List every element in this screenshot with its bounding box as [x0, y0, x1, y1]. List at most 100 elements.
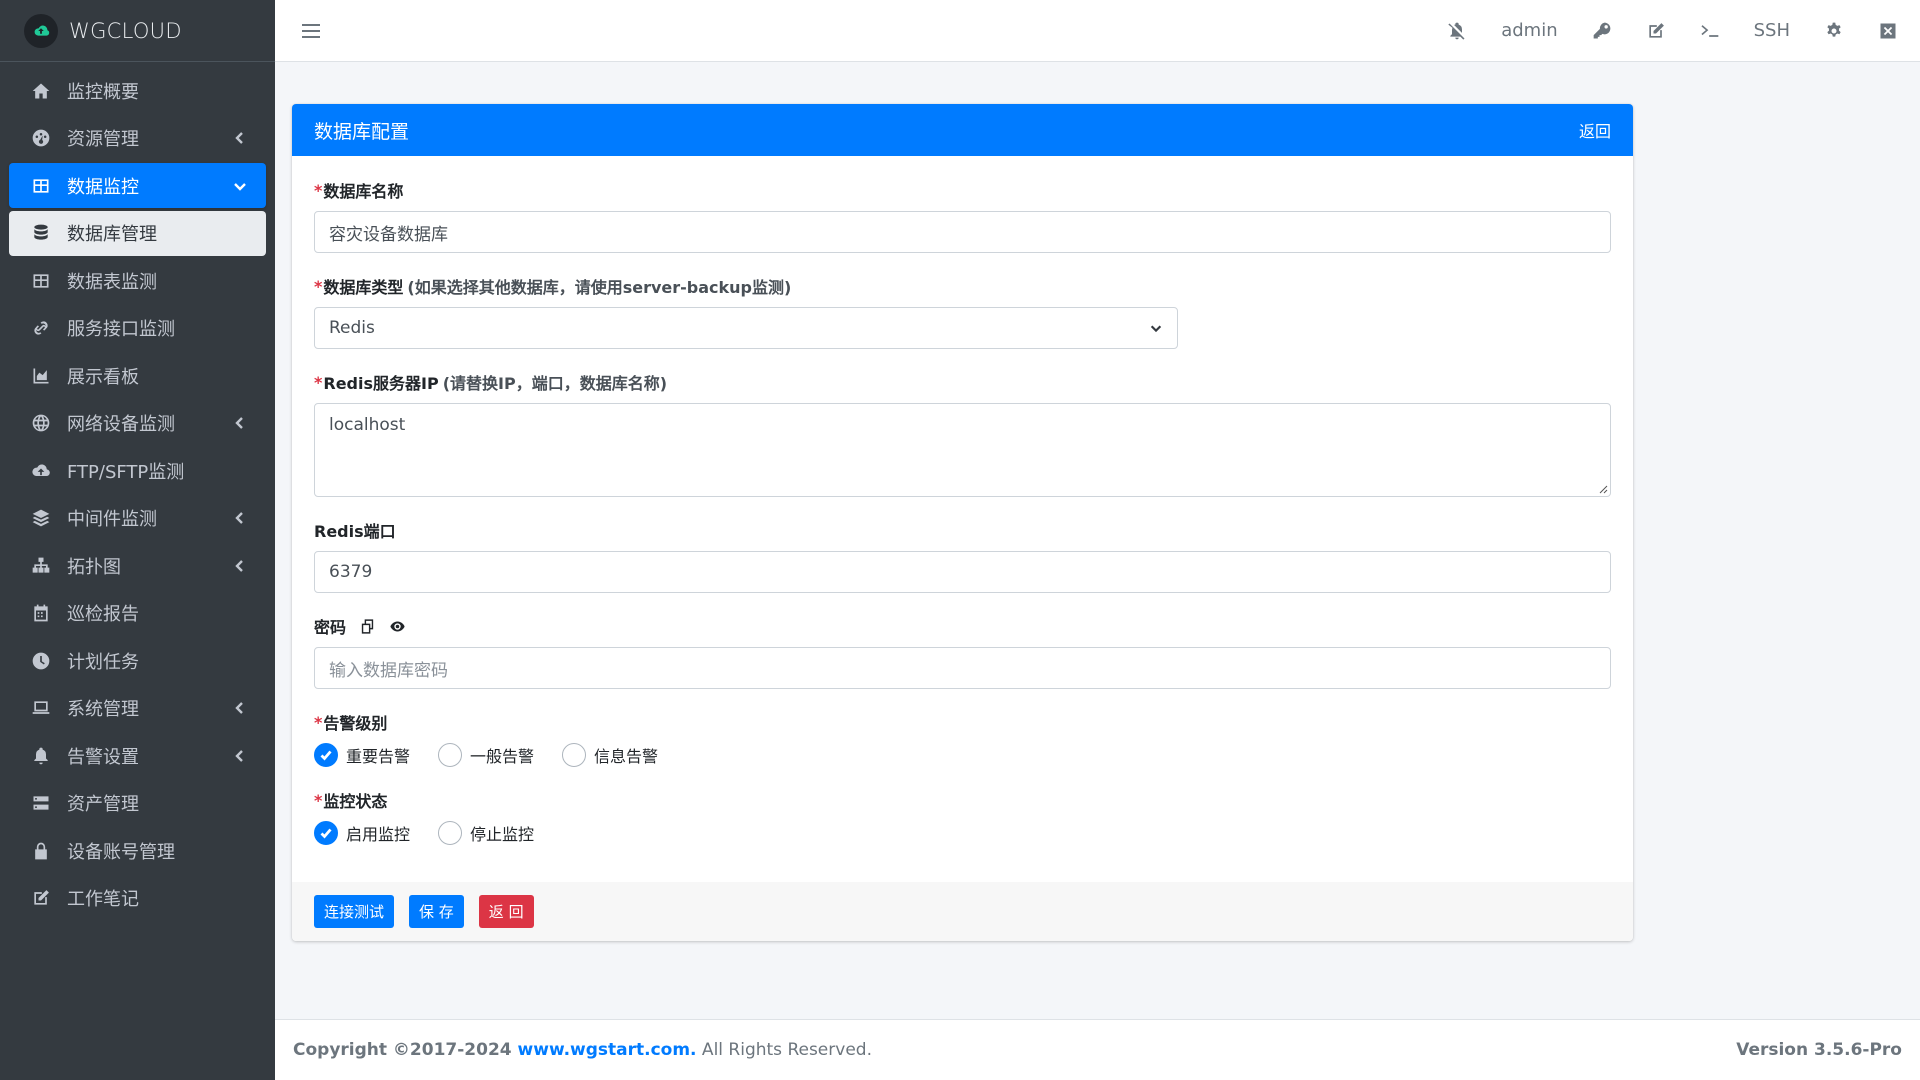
- db-name-label: * 数据库名称: [314, 180, 404, 202]
- radio-checked-icon: [314, 821, 338, 845]
- sidebar-item-notes[interactable]: 工作笔记: [9, 876, 266, 921]
- key-icon[interactable]: [1592, 21, 1612, 41]
- sidebar-item-data-monitor[interactable]: 数据监控: [9, 163, 266, 208]
- website-link[interactable]: www.wgstart.com.: [518, 1040, 697, 1060]
- chevron-down-icon: [232, 178, 248, 194]
- sidebar-item-label: 数据库管理: [67, 224, 157, 245]
- card-title: 数据库配置: [314, 120, 410, 143]
- resize-grip-icon: [1599, 485, 1608, 494]
- db-name-group: * 数据库名称 容灾设备数据库: [314, 178, 1611, 253]
- monitor-state-radio-disabled[interactable]: 停止监控: [438, 821, 534, 845]
- radio-unchecked-icon: [562, 743, 587, 767]
- topbar-actions: admin SSH: [1413, 20, 1920, 41]
- sidebar-item-label: 计划任务: [67, 651, 139, 673]
- edit-icon[interactable]: [1646, 21, 1666, 41]
- sidebar-item-system[interactable]: 系统管理: [9, 686, 266, 731]
- table-icon: [29, 269, 53, 293]
- header-back-link[interactable]: 返回: [1579, 118, 1611, 142]
- home-icon: [29, 79, 53, 103]
- card-body: * 数据库名称 容灾设备数据库 * 数据库类型 (如果选择其他数据库，请使用serve…: [292, 156, 1633, 874]
- sidebar-item-label: 工作笔记: [67, 889, 139, 910]
- cloud-upload-icon: [29, 459, 53, 483]
- sidebar-item-middleware[interactable]: 中间件监测: [9, 496, 266, 541]
- edit-icon: [29, 886, 53, 910]
- calendar-icon: [29, 601, 53, 625]
- sidebar-item-account[interactable]: 设备账号管理: [9, 828, 266, 873]
- chevron-left-icon: [232, 510, 248, 526]
- db-type-selected: Redis: [329, 318, 375, 338]
- sidebar-item-database[interactable]: 数据库管理: [9, 210, 266, 256]
- chevron-left-icon: [232, 700, 248, 716]
- globe-icon: [29, 411, 53, 435]
- monitor-state-group: * 监控状态 启用监控 停止监控: [314, 788, 1611, 845]
- radio-unchecked-icon: [438, 743, 463, 767]
- db-password-input[interactable]: 输入数据库密码: [314, 647, 1611, 689]
- sidebar-item-inspection[interactable]: 巡检报告: [9, 591, 266, 636]
- sidebar-item-overview[interactable]: 监控概要: [9, 68, 266, 113]
- chevron-left-icon: [232, 748, 248, 764]
- brand-logo-icon: [24, 13, 58, 48]
- db-ip-label: * Redis服务器IP (请替换IP，端口，数据库名称): [314, 370, 1611, 394]
- db-ip-hint: (请替换IP，端口，数据库名称): [442, 374, 668, 393]
- sitemap-icon: [29, 554, 53, 578]
- db-ip-group: * Redis服务器IP (请替换IP，端口，数据库名称) localhost: [314, 370, 1611, 497]
- db-ip-textarea[interactable]: localhost: [314, 403, 1611, 497]
- sidebar-item-label: 数据监控: [67, 176, 139, 198]
- db-type-hint: (如果选择其他数据库，请使用server-backup监测): [407, 278, 792, 297]
- copy-icon[interactable]: [358, 617, 376, 635]
- sidebar-item-label: 告警设置: [67, 746, 139, 768]
- terminal-icon[interactable]: [1700, 21, 1720, 41]
- sidebar-item-label: 系统管理: [67, 699, 139, 720]
- server-icon: [29, 791, 53, 815]
- back-button[interactable]: 返 回: [478, 895, 534, 928]
- save-button[interactable]: 保 存: [409, 895, 464, 928]
- sidebar-item-label: 巡检报告: [67, 604, 139, 625]
- sidebar-item-label: 数据表监测: [67, 271, 157, 293]
- sidebar-nav: 监控概要 资源管理 数据监控 数据库管理 数据表监测 服务接口监测 展示看板 网…: [0, 62, 275, 929]
- sidebar-item-table-monitor[interactable]: 数据表监测: [9, 258, 266, 303]
- table-icon: [29, 174, 53, 198]
- sidebar-item-dashboard[interactable]: 展示看板: [9, 353, 266, 398]
- alarm-level-radio-important[interactable]: 重要告警: [314, 743, 410, 767]
- test-connection-button[interactable]: 连接测试: [314, 895, 395, 928]
- clock-icon: [29, 649, 53, 673]
- alarm-level-radios: 重要告警 一般告警 信息告警: [314, 743, 1611, 767]
- db-port-input[interactable]: 6379: [314, 551, 1611, 593]
- db-type-select[interactable]: Redis: [314, 307, 1178, 349]
- sidebar-item-label: 服务接口监测: [67, 319, 175, 340]
- menu-toggle-icon[interactable]: [301, 21, 321, 41]
- sidebar-item-topology[interactable]: 拓扑图: [9, 543, 266, 588]
- db-port-group: Redis端口 6379: [314, 518, 1611, 593]
- page-footer: Copyright ©2017-2024 www.wgstart.com. Al…: [275, 1019, 1920, 1080]
- sidebar-item-resource[interactable]: 资源管理: [9, 116, 266, 161]
- version-text: Version 3.5.6-Pro: [1736, 1040, 1902, 1060]
- gear-icon[interactable]: [1824, 21, 1844, 41]
- db-type-group: * 数据库类型 (如果选择其他数据库，请使用server-backup监测) Red…: [314, 274, 1611, 349]
- db-password-group: 密码 输入数据库密码: [314, 614, 1611, 689]
- database-config-card: 数据库配置 返回 * 数据库名称 容灾设备数据库 * 数据库类型 (如果选择其他数据库…: [292, 104, 1633, 941]
- brand[interactable]: WGCLOUD: [0, 0, 275, 62]
- ssh-link[interactable]: SSH: [1754, 20, 1790, 41]
- db-password-placeholder: 输入数据库密码: [329, 660, 448, 681]
- eye-icon[interactable]: [388, 617, 406, 635]
- copyright: Copyright ©2017-2024 www.wgstart.com. Al…: [293, 1040, 872, 1060]
- bell-slash-icon[interactable]: [1447, 21, 1467, 41]
- sidebar-item-ftp[interactable]: FTP/SFTP监测: [9, 448, 266, 493]
- sidebar-item-label: FTP/SFTP监测: [67, 461, 185, 483]
- alarm-level-radio-general[interactable]: 一般告警: [438, 743, 534, 767]
- sidebar-item-label: 设备账号管理: [67, 841, 175, 863]
- card-footer: 连接测试 保 存 返 回: [292, 882, 1633, 941]
- sidebar-item-label: 拓扑图: [67, 556, 121, 578]
- chevron-down-icon: [1150, 325, 1162, 333]
- chart-area-icon: [29, 364, 53, 388]
- alarm-level-radio-info[interactable]: 信息告警: [562, 743, 658, 767]
- sidebar-item-alarm[interactable]: 告警设置: [9, 733, 266, 778]
- sidebar-item-schedule[interactable]: 计划任务: [9, 638, 266, 683]
- monitor-state-radio-enabled[interactable]: 启用监控: [314, 821, 410, 845]
- close-window-icon[interactable]: [1878, 21, 1898, 41]
- sidebar-item-api-monitor[interactable]: 服务接口监测: [9, 306, 266, 351]
- sidebar-item-asset[interactable]: 资产管理: [9, 781, 266, 826]
- db-name-input[interactable]: 容灾设备数据库: [314, 211, 1611, 253]
- sidebar-item-network[interactable]: 网络设备监测: [9, 401, 266, 446]
- user-menu[interactable]: admin: [1501, 20, 1557, 41]
